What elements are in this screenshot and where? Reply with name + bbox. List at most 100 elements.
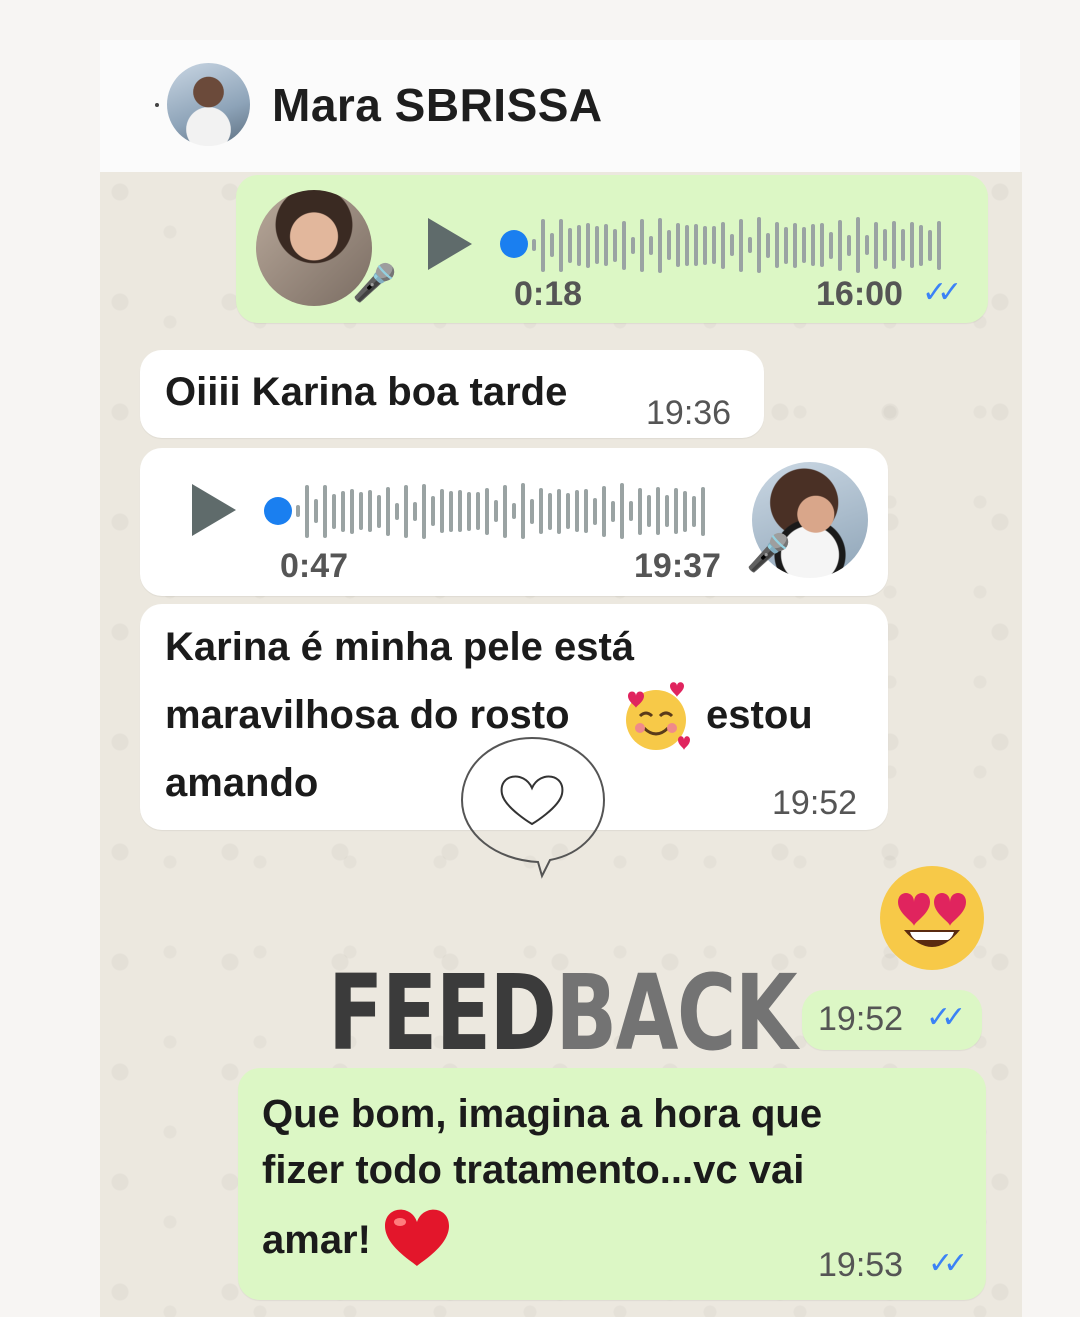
waveform-bar [683, 490, 687, 532]
waveform-bar [377, 494, 381, 528]
message-text-line: amar! [262, 1218, 371, 1262]
waveform-bar [440, 489, 444, 533]
message-text: Oiiii Karina boa tarde [165, 370, 568, 414]
read-receipt-icon: ✓✓ [922, 276, 962, 309]
waveform-bar [730, 234, 734, 256]
message-time: 19:52 [772, 784, 858, 822]
waveform-bar [811, 224, 815, 266]
waveform-bar [503, 484, 507, 538]
waveform-bar [856, 217, 860, 273]
microphone-icon: 🎤 [746, 532, 791, 573]
waveform-bar [541, 218, 545, 272]
waveform-bar [629, 501, 633, 521]
feedback-word-light: BACK [555, 952, 797, 1074]
waveform-bar [449, 490, 453, 532]
waveform-bar [838, 219, 842, 271]
waveform-bar [793, 222, 797, 268]
waveform-bar [494, 500, 498, 522]
read-receipt-icon: ✓✓ [928, 1247, 968, 1280]
waveform-bar [901, 229, 905, 261]
message-time: 16:00 [816, 275, 903, 313]
waveform-bar [586, 222, 590, 268]
back-indicator[interactable] [155, 103, 159, 107]
waveform-bar [476, 492, 480, 530]
waveform-bar [692, 495, 696, 527]
waveform-bar [532, 239, 536, 251]
waveform-bar [296, 505, 300, 517]
waveform-bar [676, 223, 680, 267]
feedback-watermark: FEEDBACK [328, 952, 798, 1074]
message-time: 19:36 [646, 394, 732, 432]
waveform-bar [557, 488, 561, 534]
waveform-bar [584, 489, 588, 533]
waveform-bar [395, 502, 399, 520]
waveform-bar [739, 218, 743, 272]
waveform-bar [530, 498, 534, 524]
playback-position-dot[interactable] [500, 230, 528, 258]
contact-avatar[interactable] [167, 63, 250, 146]
waveform-bar [485, 487, 489, 535]
waveform-bar [620, 483, 624, 539]
red-heart-icon [382, 1206, 452, 1275]
waveform-bar [577, 224, 581, 266]
message-time: 19:37 [634, 547, 721, 585]
waveform-bar [566, 493, 570, 529]
waveform-bar [748, 237, 752, 253]
waveform-bar [512, 503, 516, 519]
waveform-bar [350, 488, 354, 534]
waveform-bar [622, 220, 626, 270]
waveform-bar [667, 230, 671, 260]
waveform-bar [613, 228, 617, 262]
play-button[interactable] [192, 484, 236, 536]
waveform-bar [368, 490, 372, 532]
waveform-bar [548, 492, 552, 530]
smiling-face-with-hearts-icon [620, 682, 692, 759]
contact-name[interactable]: Mara SBRISSA [272, 78, 603, 132]
waveform-bar [658, 217, 662, 273]
waveform-bar [604, 224, 608, 266]
message-text-line: fizer todo tratamento...vc vai [262, 1148, 805, 1192]
waveform-bar [685, 224, 689, 266]
waveform-bar [820, 223, 824, 267]
heart-eyes-emoji-icon[interactable] [878, 864, 986, 977]
waveform-bar [775, 222, 779, 268]
playback-position-dot[interactable] [264, 497, 292, 525]
message-text-line: Karina é minha pele está [165, 625, 635, 669]
play-button[interactable] [428, 218, 472, 270]
waveform-bar [802, 227, 806, 263]
waveform-bar [568, 227, 572, 263]
waveform-bar [928, 229, 932, 261]
waveform-bar [638, 487, 642, 535]
waveform-bar [701, 486, 705, 536]
message-text-line: amando [165, 761, 319, 805]
waveform-bar [712, 226, 716, 264]
waveform-bar [575, 490, 579, 532]
audio-waveform[interactable] [296, 476, 705, 546]
waveform-bar [550, 233, 554, 257]
waveform-bar [602, 485, 606, 537]
message-time: 19:52 [818, 1000, 904, 1038]
waveform-bar [314, 499, 318, 523]
waveform-bar [341, 490, 345, 532]
waveform-bar [539, 488, 543, 534]
waveform-bar [721, 221, 725, 269]
audio-waveform[interactable] [532, 210, 941, 280]
waveform-bar [359, 492, 363, 530]
waveform-bar [631, 236, 635, 254]
waveform-bar [784, 226, 788, 264]
message-time: 19:53 [818, 1246, 904, 1284]
waveform-bar [413, 501, 417, 521]
waveform-bar [431, 496, 435, 526]
waveform-bar [647, 495, 651, 527]
waveform-bar [910, 222, 914, 268]
waveform-bar [323, 484, 327, 538]
waveform-bar [937, 220, 941, 270]
waveform-bar [559, 218, 563, 272]
waveform-bar [665, 495, 669, 527]
waveform-bar [892, 221, 896, 269]
waveform-bar [611, 500, 615, 522]
waveform-bar [404, 484, 408, 538]
waveform-bar [757, 217, 761, 273]
waveform-bar [332, 493, 336, 529]
waveform-bar [595, 226, 599, 264]
